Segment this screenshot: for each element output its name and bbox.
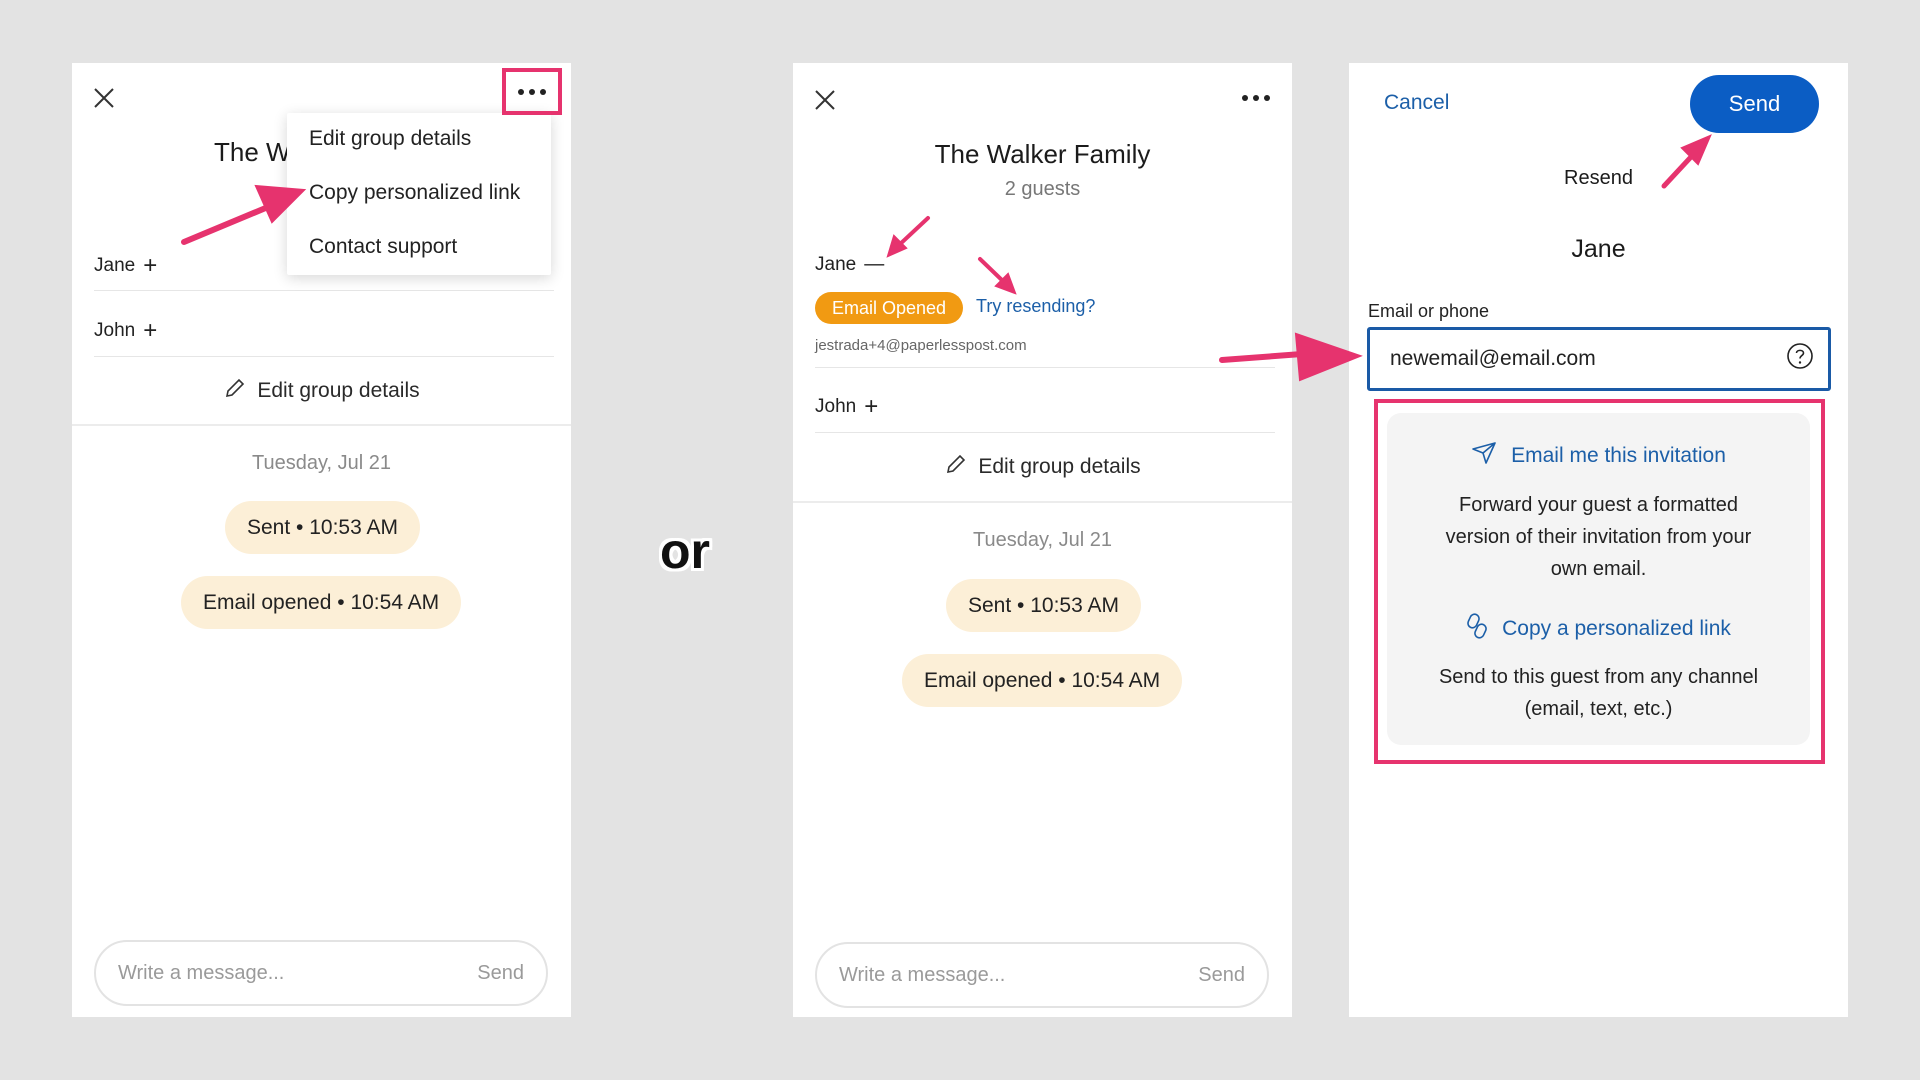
- section-divider: [72, 424, 571, 426]
- activity-pill-opened: Email opened • 10:54 AM: [181, 576, 462, 629]
- pencil-icon: [223, 376, 247, 406]
- copy-personalized-link-option[interactable]: Copy a personalized link: [1387, 613, 1810, 645]
- cancel-button[interactable]: Cancel: [1384, 91, 1449, 115]
- message-input[interactable]: Write a message...: [839, 964, 1005, 987]
- email-me-invitation-desc: Forward your guest a formatted version o…: [1387, 489, 1810, 585]
- edit-group-label: Edit group details: [257, 379, 420, 402]
- recipient-name: Jane: [1571, 235, 1626, 263]
- desc-line: own email.: [1550, 558, 1647, 580]
- collapse-minus-icon[interactable]: —: [864, 253, 884, 276]
- expand-plus-icon[interactable]: +: [864, 393, 878, 421]
- guest-row-jane[interactable]: Jane +: [94, 252, 157, 280]
- copy-personalized-link-desc: Send to this guest from any channel (ema…: [1387, 661, 1810, 725]
- guest-email: jestrada+4@paperlesspost.com: [815, 337, 1027, 354]
- resend-heading: Resend: [1564, 167, 1633, 189]
- divider: [94, 356, 554, 357]
- menu-item-copy-link[interactable]: Copy personalized link: [309, 181, 520, 205]
- email-me-invitation-label: Email me this invitation: [1511, 444, 1726, 467]
- section-divider: [793, 501, 1292, 503]
- edit-group-details-button[interactable]: Edit group details: [72, 376, 571, 406]
- activity-pill-sent: Sent • 10:53 AM: [225, 501, 420, 554]
- status-badge: Email Opened: [815, 292, 964, 324]
- or-separator: or: [660, 523, 710, 579]
- activity-pill-sent: Sent • 10:53 AM: [946, 579, 1141, 632]
- desc-line: Forward your guest a formatted: [1458, 494, 1738, 516]
- edit-group-details-button[interactable]: Edit group details: [793, 452, 1292, 482]
- activity-date: Tuesday, Jul 21: [973, 529, 1112, 551]
- panel-guest-status: The Walker Family 2 guests Jane — Email …: [793, 63, 1292, 1017]
- email-phone-value: newemail@email.com: [1390, 347, 1596, 370]
- guest-row-john[interactable]: John +: [815, 393, 878, 421]
- email-phone-label: Email or phone: [1368, 301, 1490, 321]
- more-dots-icon[interactable]: [1241, 94, 1271, 102]
- close-icon[interactable]: [92, 86, 116, 110]
- guest-name: Jane: [94, 255, 136, 276]
- guest-count: 2 guests: [1004, 178, 1081, 200]
- close-icon[interactable]: [813, 88, 837, 112]
- try-resending-link[interactable]: Try resending?: [976, 296, 1095, 317]
- email-phone-input[interactable]: newemail@email.com: [1367, 327, 1831, 391]
- guest-row-john[interactable]: John +: [94, 317, 157, 345]
- message-send-button[interactable]: Send: [477, 962, 524, 985]
- menu-item-contact-support[interactable]: Contact support: [309, 235, 457, 259]
- expand-plus-icon[interactable]: +: [143, 252, 157, 280]
- panel-guest-details-menu: The W Jane + John + Edit group details T…: [72, 63, 571, 1017]
- pencil-icon: [944, 452, 968, 482]
- desc-line: (email, text, etc.): [1524, 698, 1673, 720]
- expand-plus-icon[interactable]: +: [143, 317, 157, 345]
- resend-options-card: Email me this invitation Forward your gu…: [1387, 413, 1810, 745]
- copy-personalized-link-label: Copy a personalized link: [1502, 617, 1731, 640]
- send-button[interactable]: Send: [1690, 75, 1819, 133]
- guest-name: John: [94, 320, 136, 341]
- message-input[interactable]: Write a message...: [118, 962, 284, 985]
- message-send-button[interactable]: Send: [1198, 964, 1245, 987]
- help-icon[interactable]: [1786, 342, 1814, 376]
- menu-item-edit-group[interactable]: Edit group details: [309, 127, 471, 151]
- more-dots-icon[interactable]: [502, 68, 562, 115]
- guest-name: Jane: [815, 253, 857, 275]
- activity-pill-opened: Email opened • 10:54 AM: [902, 654, 1183, 707]
- email-me-invitation-option[interactable]: Email me this invitation: [1387, 441, 1810, 471]
- link-icon: [1466, 613, 1488, 645]
- activity-date: Tuesday, Jul 21: [252, 452, 391, 474]
- message-composer: Write a message... Send: [94, 940, 548, 1006]
- message-composer: Write a message... Send: [815, 942, 1269, 1008]
- guest-name: John: [815, 396, 857, 417]
- divider: [815, 367, 1275, 368]
- edit-group-label: Edit group details: [978, 455, 1141, 478]
- desc-line: version of their invitation from your: [1445, 526, 1752, 548]
- desc-line: Send to this guest from any channel: [1438, 666, 1759, 688]
- panel-resend-invite: Cancel Send Resend Jane Email or phone n…: [1349, 63, 1848, 1017]
- group-title: The Walker Family: [934, 139, 1151, 169]
- overflow-menu: Edit group details Copy personalized lin…: [287, 113, 551, 275]
- divider: [94, 290, 554, 291]
- guest-row-jane[interactable]: Jane —: [815, 253, 884, 276]
- paper-plane-icon: [1471, 441, 1497, 471]
- divider: [815, 432, 1275, 433]
